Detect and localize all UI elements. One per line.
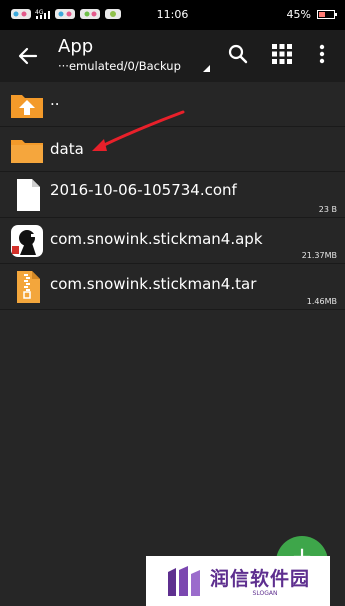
file-size: 21.37MB [301,251,337,260]
file-name: com.snowink.stickman4.apk [50,230,263,248]
back-arrow-icon[interactable] [14,42,42,70]
app-toolbar: App ···emulated/0/Backup [0,30,345,82]
list-item-file[interactable]: com.snowink.stickman4.tar 1.46MB [0,264,345,310]
document-icon [17,179,40,211]
file-size: 23 B [318,205,337,214]
status-bar: 4G 11:06 45% [0,0,345,30]
battery-level [319,12,325,17]
file-name: com.snowink.stickman4.tar [50,275,257,293]
battery-percent: 45% [286,8,311,21]
list-item-file[interactable]: 2016-10-06-105734.conf 23 B [0,172,345,218]
folder-icon [11,140,43,163]
watermark-text: 润信软件园 [210,568,311,590]
grid-icon[interactable] [270,42,294,66]
path-dropdown-icon[interactable] [203,65,210,72]
current-path[interactable]: ···emulated/0/Backup [58,59,181,73]
list-item-folder[interactable]: data [0,127,345,172]
watermark-logo-icon [168,566,200,596]
file-name: .. [50,91,60,109]
more-vert-icon[interactable] [310,42,334,66]
archive-icon [17,271,40,303]
battery-icon [317,10,337,19]
toolbar-title: App [58,36,94,57]
search-icon[interactable] [226,42,250,66]
file-name: data [50,140,84,158]
list-item-file[interactable]: com.snowink.stickman4.apk 21.37MB [0,218,345,264]
folder-up-icon [11,95,43,118]
file-name: 2016-10-06-105734.conf [50,181,237,199]
list-item-parent-folder[interactable]: .. [0,82,345,127]
file-list: .. data 2016-10-06-105734.conf 23 B com.… [0,82,345,310]
watermark: 润信软件园 SLOGAN [146,556,330,606]
watermark-subtext: SLOGAN [252,590,278,597]
file-size: 1.46MB [306,297,337,306]
app-icon [11,225,43,257]
